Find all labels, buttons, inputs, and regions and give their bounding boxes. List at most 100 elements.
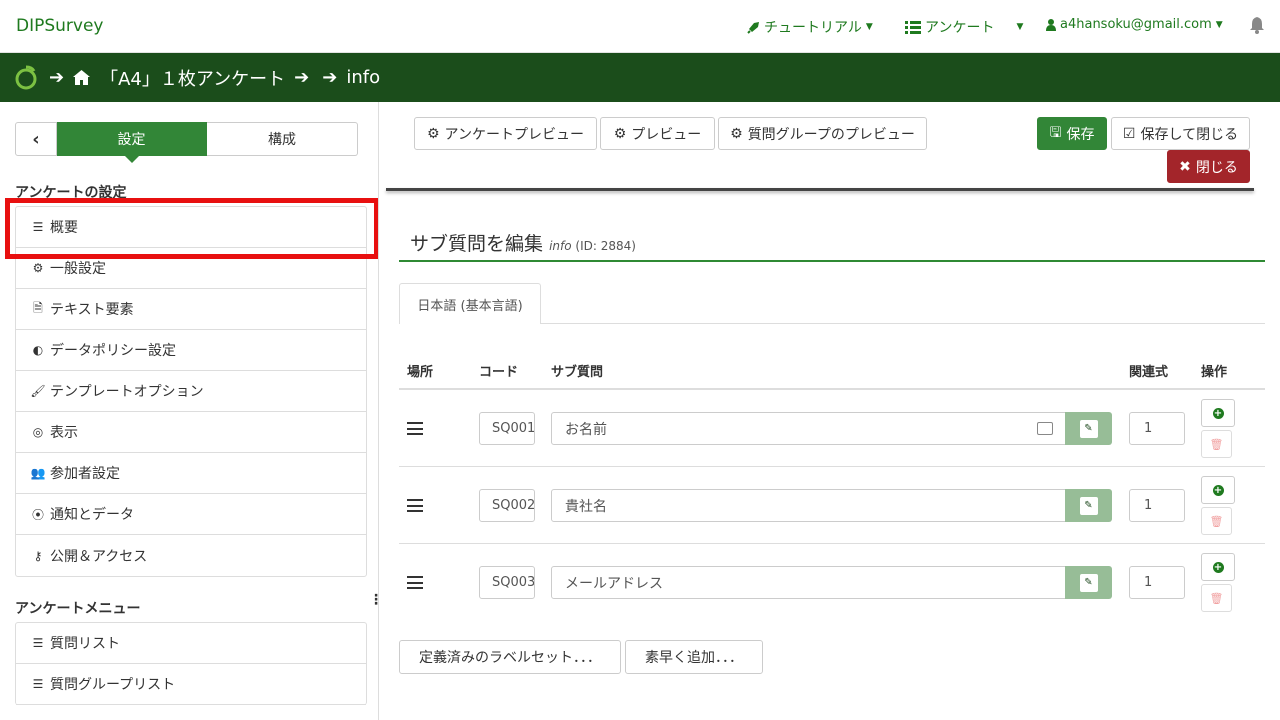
floppy-disk-icon: 🖫 xyxy=(1049,124,1062,141)
table-row: SQ001 お名前 ✎ 1 + 🗑 xyxy=(399,390,1265,467)
group-preview-button[interactable]: ⚙ 質問グループのプレビュー xyxy=(718,117,927,150)
chevron-down-icon: ▼ xyxy=(1215,19,1223,30)
header-position: 場所 xyxy=(407,365,434,380)
sidebar-item-label: 質問グループリスト xyxy=(50,677,176,693)
user-menu[interactable]: a4hansoku@gmail.com ▼ xyxy=(1046,17,1223,32)
tutorial-menu[interactable]: チュートリアル ▼ xyxy=(747,17,873,37)
arrow-right-icon: ➔ xyxy=(49,67,65,88)
quick-add-button[interactable]: 素早く追加．．． xyxy=(625,640,763,674)
sidebar-item-label: 公開＆アクセス xyxy=(50,548,148,565)
save-close-label: 保存して閉じる xyxy=(1140,126,1239,143)
shield-icon: ◐ xyxy=(32,343,44,357)
close-button[interactable]: ✖ 閉じる xyxy=(1167,150,1250,183)
subquestion-input[interactable]: 貴社名 xyxy=(551,489,1066,522)
user-icon xyxy=(1046,18,1056,31)
sidebar-item-overview[interactable]: ☰ 概要 xyxy=(16,207,366,248)
settings-list: ☰ 概要 ⚙ 一般設定 🗎 テキスト要素 ◐ データポリシー設定 🖌 テンプレー… xyxy=(15,206,367,577)
list-icon: ☰ xyxy=(32,636,44,650)
edit-button[interactable]: ✎ xyxy=(1065,489,1112,522)
code-input[interactable]: SQ002 xyxy=(479,489,535,522)
save-button[interactable]: 🖫 保存 xyxy=(1037,117,1107,150)
group-id: (ID: 2884) xyxy=(575,239,636,253)
sidebar-item-label: 表示 xyxy=(50,425,78,441)
delete-subquestion-button[interactable]: 🗑 xyxy=(1201,584,1232,612)
pencil-icon: ✎ xyxy=(1079,573,1098,592)
tab-settings[interactable]: 設定 xyxy=(57,122,207,163)
tab-divider xyxy=(541,323,1265,324)
relevance-input[interactable]: 1 xyxy=(1129,412,1185,445)
resize-handle-icon[interactable]: ⋮ xyxy=(369,592,378,608)
drag-handle-icon[interactable] xyxy=(407,422,423,435)
collapse-sidebar-button[interactable]: ‹ xyxy=(15,122,57,156)
header-subquestion: サブ質問 xyxy=(551,365,604,380)
sidebar-item-general[interactable]: ⚙ 一般設定 xyxy=(16,248,366,289)
tab-structure[interactable]: 構成 xyxy=(207,122,358,156)
sidebar-item-question-list[interactable]: ☰ 質問リスト xyxy=(16,623,366,664)
drag-handle-icon[interactable] xyxy=(407,499,423,512)
predefined-labelset-button[interactable]: 定義済みのラベルセット．．． xyxy=(399,640,621,674)
breadcrumb-survey[interactable]: 「A4」１枚アンケート xyxy=(100,65,285,91)
subquestion-input[interactable]: お名前 xyxy=(551,412,1066,445)
trash-icon: 🗑 xyxy=(1209,437,1224,451)
relevance-input[interactable]: 1 xyxy=(1129,566,1185,599)
group-name: info xyxy=(549,239,572,253)
code-input[interactable]: SQ003 xyxy=(479,566,535,599)
header-relevance: 関連式 xyxy=(1129,365,1169,380)
home-icon[interactable] xyxy=(73,70,91,85)
edit-button[interactable]: ✎ xyxy=(1065,412,1112,445)
users-icon: 👥 xyxy=(30,466,46,480)
plus-circle-icon: + xyxy=(1212,561,1224,573)
sidebar-item-label: テキスト要素 xyxy=(50,302,134,318)
sidebar-item-group-list[interactable]: ☰ 質問グループリスト xyxy=(16,664,366,705)
delete-subquestion-button[interactable]: 🗑 xyxy=(1201,430,1232,458)
breadcrumb-group[interactable]: info xyxy=(346,67,380,88)
eye-slash-icon: ◎ xyxy=(32,425,44,439)
save-close-button[interactable]: ☑ 保存して閉じる xyxy=(1111,117,1250,150)
sidebar-item-label: 参加者設定 xyxy=(50,466,120,482)
user-email: a4hansoku@gmail.com xyxy=(1060,17,1212,32)
limesurvey-logo-icon[interactable] xyxy=(14,65,40,91)
tutorial-label: チュートリアル xyxy=(764,20,862,36)
menu-heading: アンケートメニュー xyxy=(15,601,141,617)
chevron-left-icon: ‹ xyxy=(32,128,40,150)
add-subquestion-button[interactable]: + xyxy=(1201,399,1235,427)
survey-preview-button[interactable]: ⚙ アンケートプレビュー xyxy=(414,117,597,150)
title-underline xyxy=(399,260,1265,262)
plus-circle-icon: + xyxy=(1212,407,1224,419)
breadcrumb: ➔ 「A4」１枚アンケート ➔ ➔ info xyxy=(0,53,1280,102)
brand-logo[interactable]: DIPSurvey xyxy=(16,16,104,36)
sidebar-item-participants[interactable]: 👥 参加者設定 xyxy=(16,453,366,494)
sidebar-item-template-options[interactable]: 🖌 テンプレートオプション xyxy=(16,371,366,412)
code-input[interactable]: SQ001 xyxy=(479,412,535,445)
add-subquestion-button[interactable]: + xyxy=(1201,553,1235,581)
sidebar-item-data-policy[interactable]: ◐ データポリシー設定 xyxy=(16,330,366,371)
gear-icon: ⚙ xyxy=(730,125,743,142)
arrow-right-icon: ➔ xyxy=(322,67,338,88)
sidebar-item-label: 通知とデータ xyxy=(50,507,134,523)
sidebar-item-display[interactable]: ◎ 表示 xyxy=(16,412,366,453)
relevance-input[interactable]: 1 xyxy=(1129,489,1185,522)
add-subquestion-button[interactable]: + xyxy=(1201,476,1235,504)
plus-circle-icon: + xyxy=(1212,484,1224,496)
drag-handle-icon[interactable] xyxy=(407,576,423,589)
table-row: SQ003 メールアドレス ✎ 1 + 🗑 xyxy=(399,544,1265,621)
tab-language-japanese[interactable]: 日本語 (基本言語) xyxy=(399,283,541,324)
subquestion-input[interactable]: メールアドレス xyxy=(551,566,1066,599)
page-subtitle: info (ID: 2884) xyxy=(549,239,636,253)
sidebar-item-publication[interactable]: ⚷ 公開＆アクセス xyxy=(16,535,366,576)
preview-label: プレビュー xyxy=(631,126,702,143)
sidebar-item-label: 一般設定 xyxy=(50,261,106,277)
page-title: サブ質問を編集 info (ID: 2884) xyxy=(410,229,636,256)
trash-icon: 🗑 xyxy=(1209,591,1224,605)
sidebar-item-text-elements[interactable]: 🗎 テキスト要素 xyxy=(16,289,366,330)
gears-icon: ⚙ xyxy=(32,261,44,275)
delete-subquestion-button[interactable]: 🗑 xyxy=(1201,507,1232,535)
save-label: 保存 xyxy=(1066,126,1095,143)
sidebar-item-notifications[interactable]: ⦿ 通知とデータ xyxy=(16,494,366,535)
survey-menu[interactable]: アンケート ▼ xyxy=(905,17,1023,37)
preview-button[interactable]: ⚙ プレビュー xyxy=(600,117,715,150)
sidebar: ‹ 設定 構成 アンケートの設定 ☰ 概要 ⚙ 一般設定 🗎 テキスト要素 ◐ … xyxy=(0,102,379,720)
feed-icon: ⦿ xyxy=(31,507,44,522)
bell-icon[interactable] xyxy=(1250,16,1264,34)
edit-button[interactable]: ✎ xyxy=(1065,566,1112,599)
